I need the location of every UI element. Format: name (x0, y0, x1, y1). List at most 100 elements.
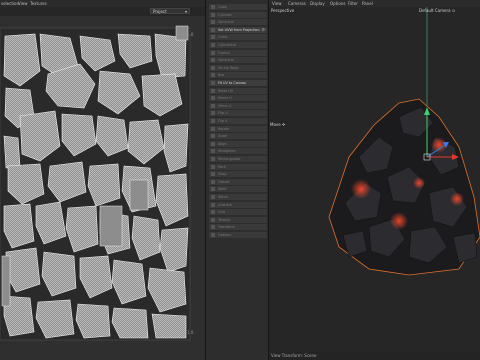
command-row[interactable]: Rotate (209, 125, 267, 132)
viewport-status-bar: View Transform: Scene (269, 352, 480, 360)
view-name: Perspective (271, 8, 295, 13)
command-label: Fit UV to Canvas (218, 81, 246, 85)
command-icon (211, 187, 215, 192)
menu-selection[interactable]: selection (1, 0, 19, 7)
command-row[interactable]: Box (209, 72, 267, 79)
command-label: Cube (218, 5, 227, 9)
command-row[interactable]: Cube (209, 4, 267, 10)
gear-icon[interactable]: ⚙ (261, 27, 265, 33)
command-row[interactable]: Spherical (209, 57, 267, 64)
command-row[interactable]: Grid (209, 209, 267, 216)
command-label: Cubic (218, 35, 228, 40)
rock-pile-render (328, 7, 480, 276)
command-icon (211, 233, 215, 237)
command-label: Rectangulate (218, 157, 241, 161)
vp-menu-panel[interactable]: Panel (362, 0, 373, 7)
command-icon (211, 217, 215, 222)
command-label: Rotate (218, 126, 230, 131)
command-icon (211, 12, 215, 17)
command-label: Flip V (218, 119, 228, 123)
command-icon (211, 119, 215, 123)
command-label: Scale (218, 134, 228, 139)
vp-menu-cameras[interactable]: Cameras (288, 0, 306, 7)
projection-dropdown[interactable]: Project ▾ (150, 8, 190, 14)
command-row[interactable]: Shrink Wrap (209, 64, 267, 71)
command-icon (211, 202, 215, 207)
command-label: Grid (218, 210, 226, 215)
command-icon (211, 35, 215, 40)
command-row[interactable]: Align (209, 140, 267, 147)
command-row[interactable]: Unstitch (209, 201, 267, 208)
vp-menu-filter[interactable]: Filter (348, 0, 358, 7)
command-icon (211, 225, 215, 230)
command-row[interactable]: Distort (209, 178, 267, 185)
command-icon (211, 27, 215, 32)
command-row[interactable]: Snap (209, 171, 267, 178)
command-row[interactable]: Spherical (209, 19, 267, 26)
command-row[interactable]: Cylindrical (209, 42, 267, 48)
command-label: Relax UV (218, 88, 234, 93)
command-label: Spherical (218, 20, 234, 25)
command-row[interactable]: Rectangulate (209, 156, 267, 162)
command-icon (211, 134, 215, 139)
command-row[interactable]: Options (209, 232, 267, 238)
command-icon (211, 88, 215, 93)
command-label: Frontal (218, 50, 230, 55)
command-row[interactable]: Cubic (209, 34, 267, 41)
command-icon (211, 73, 215, 78)
command-row[interactable]: Cylinder (209, 11, 267, 18)
command-row[interactable]: Weld (209, 186, 267, 193)
command-row[interactable]: Flip V (209, 118, 267, 124)
command-icon (211, 111, 215, 116)
command-icon (211, 65, 215, 70)
command-row[interactable]: Scale (209, 133, 267, 140)
command-row[interactable]: Straighten (209, 148, 267, 155)
command-icon (211, 126, 215, 131)
command-icon (211, 96, 215, 101)
command-label: Set UVW from Projection (218, 27, 260, 32)
command-icon (211, 164, 215, 169)
command-row[interactable]: Pack (209, 163, 267, 170)
command-row[interactable]: Mirror U (209, 95, 267, 102)
command-label: Mirror U (218, 96, 232, 101)
command-icon (211, 50, 215, 55)
command-icon (211, 5, 215, 9)
command-label: Terrace (218, 217, 231, 222)
menu-textures[interactable]: Textures (30, 0, 47, 7)
vp-menu-display[interactable]: Display (310, 0, 325, 7)
command-label: Spherical (218, 58, 234, 63)
move-tool-label: Move ✣ (270, 122, 286, 127)
command-label: Align (218, 141, 227, 146)
uv-corner-label-bottom: 1.0 (187, 330, 194, 335)
view-transform-status: View Transform: Scene (271, 353, 317, 358)
uv-editor-canvas[interactable]: 1.0 1.0 (0, 16, 205, 360)
command-icon (211, 172, 215, 177)
command-row[interactable]: Mirror V (209, 102, 267, 109)
command-icon (211, 195, 215, 199)
command-row[interactable]: Stitch (209, 194, 267, 200)
command-row[interactable]: Flip U (209, 110, 267, 117)
menu-view[interactable]: View (18, 0, 28, 7)
command-row[interactable]: Frontal (209, 49, 267, 56)
vp-menu-view[interactable]: View (272, 0, 282, 7)
viewport-3d[interactable]: Perspective Default Camera ⊙ Move ✣ (269, 7, 480, 360)
command-icon (211, 81, 215, 85)
command-label: Mirror V (218, 103, 232, 108)
camera-label[interactable]: Default Camera ⊙ (419, 8, 455, 13)
command-label: Snap (218, 172, 227, 177)
uv-toolbar: Project ▾ (0, 7, 205, 16)
command-label: Weld (218, 187, 227, 192)
command-label: Unstitch (218, 202, 233, 207)
uv-commands-panel: Cube Cylinder Spherical Set UVW from Projec… (205, 0, 269, 360)
command-label: Flip U (218, 111, 228, 116)
command-row[interactable]: Terrace (209, 216, 267, 223)
vp-menu-options[interactable]: Options (330, 0, 345, 7)
command-label: Options (218, 233, 232, 237)
command-row[interactable]: Fit UV to Canvas (209, 80, 267, 86)
uv-islands-graphic (0, 16, 205, 360)
command-row[interactable]: Relax UV (209, 87, 267, 94)
command-icon (211, 58, 215, 63)
command-row[interactable]: Transform (209, 224, 267, 231)
command-row[interactable]: Set UVW from Projection ⚙ (209, 26, 267, 33)
command-icon (211, 210, 215, 215)
